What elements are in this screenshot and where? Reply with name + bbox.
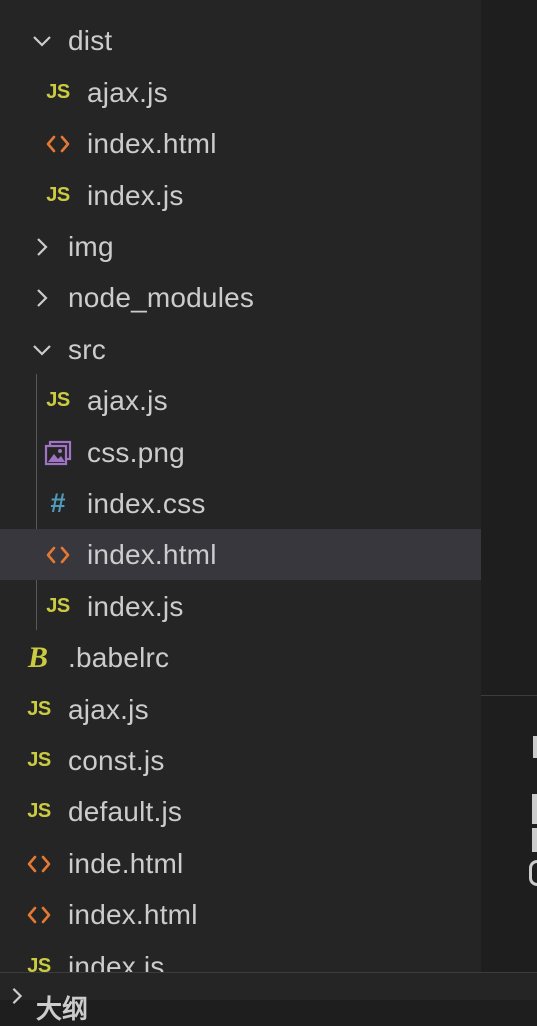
tree-file-const-js[interactable]: JS const.js xyxy=(0,735,481,786)
tree-file-ajax-js[interactable]: JS ajax.js xyxy=(0,684,481,735)
tree-item-label: index.js xyxy=(87,590,184,622)
outline-section-header[interactable]: 大纲 xyxy=(0,972,537,1024)
tree-file-dist-index-js[interactable]: JS index.js xyxy=(0,170,481,221)
tree-item-label: ajax.js xyxy=(87,384,168,416)
clipped-editor-text xyxy=(532,828,537,852)
javascript-file-icon: JS xyxy=(46,389,70,411)
chevron-down-icon xyxy=(32,31,52,51)
tree-item-label: ajax.js xyxy=(87,76,168,108)
tree-item-label: index.js xyxy=(87,179,184,211)
tree-file-dist-ajax-js[interactable]: JS ajax.js xyxy=(0,67,481,118)
javascript-file-icon: JS xyxy=(46,595,70,617)
tree-file-src-ajax-js[interactable]: JS ajax.js xyxy=(0,375,481,426)
css-file-icon: # xyxy=(50,488,66,518)
tree-file-babelrc[interactable]: B .babelrc xyxy=(0,632,481,683)
chevron-right-icon xyxy=(32,288,52,308)
tree-item-label: const.js xyxy=(68,744,165,776)
tree-file-dist-index-html[interactable]: index.html xyxy=(0,118,481,169)
tree-item-label: index.css xyxy=(87,487,206,519)
panel-divider xyxy=(481,695,537,696)
tree-item-label: css.png xyxy=(87,436,185,468)
chevron-right-icon xyxy=(8,987,26,1010)
html-file-icon xyxy=(43,540,73,570)
tree-item-label: .babelrc xyxy=(68,641,170,673)
editor-area-edge xyxy=(481,0,537,1000)
tree-file-src-index-css[interactable]: # index.css xyxy=(0,478,481,529)
tree-file-index-html[interactable]: index.html xyxy=(0,889,481,940)
clipped-editor-text xyxy=(533,736,537,758)
javascript-file-icon: JS xyxy=(46,81,70,103)
tree-file-src-css-png[interactable]: css.png xyxy=(0,427,481,478)
explorer-sidebar: dist JS ajax.js index.html JS index.js i… xyxy=(0,0,481,1000)
javascript-file-icon: JS xyxy=(46,184,70,206)
html-file-icon xyxy=(24,849,54,879)
tree-item-label: default.js xyxy=(68,795,183,827)
clipped-editor-text xyxy=(529,860,537,886)
tree-item-label: src xyxy=(68,333,106,365)
tree-file-inde-html[interactable]: inde.html xyxy=(0,838,481,889)
javascript-file-icon: JS xyxy=(27,749,51,771)
tree-item-label: dist xyxy=(68,24,113,56)
tree-folder-img[interactable]: img xyxy=(0,221,481,272)
html-file-icon xyxy=(24,900,54,930)
tree-file-src-index-html[interactable]: index.html xyxy=(0,529,481,580)
chevron-down-icon xyxy=(32,340,52,360)
tree-item-label: index.html xyxy=(68,898,198,930)
tree-folder-dist[interactable]: dist xyxy=(0,15,481,66)
chevron-right-icon xyxy=(32,237,52,257)
tree-item-label: ajax.js xyxy=(68,693,149,725)
tree-item-label: index.html xyxy=(87,127,217,159)
outline-title: 大纲 xyxy=(36,994,89,1024)
javascript-file-icon: JS xyxy=(27,698,51,720)
babel-file-icon: B xyxy=(27,640,48,674)
tree-item-label: inde.html xyxy=(68,847,184,879)
javascript-file-icon: JS xyxy=(27,800,51,822)
clipped-editor-text xyxy=(532,794,537,824)
tree-folder-node-modules[interactable]: node_modules xyxy=(0,272,481,323)
tree-item-label: index.html xyxy=(87,538,217,570)
tree-item-label: img xyxy=(68,230,114,262)
html-file-icon xyxy=(43,129,73,159)
tree-file-default-js[interactable]: JS default.js xyxy=(0,786,481,837)
tree-item-label: node_modules xyxy=(68,281,255,313)
tree-file-src-index-js[interactable]: JS index.js xyxy=(0,581,481,632)
image-file-icon xyxy=(43,438,73,468)
tree-folder-src[interactable]: src xyxy=(0,324,481,375)
